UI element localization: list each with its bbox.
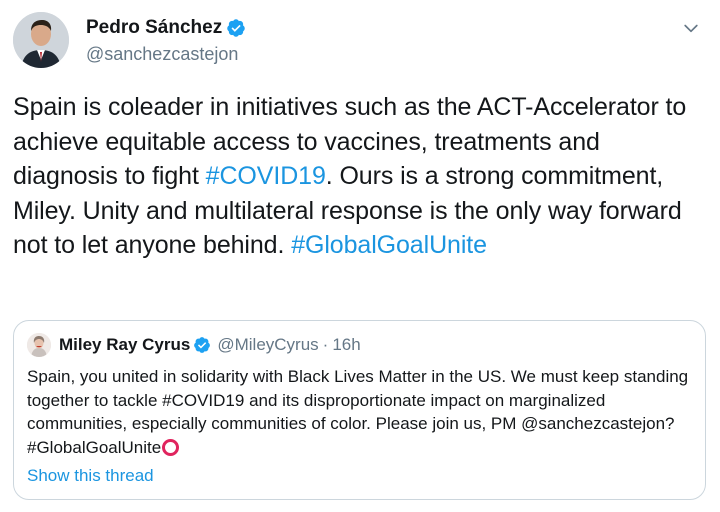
quoted-author-avatar-image xyxy=(27,333,51,357)
hashtag-globalgoalunite[interactable]: #GlobalGoalUnite xyxy=(291,231,487,259)
quoted-tweet-text: Spain, you united in solidarity with Bla… xyxy=(27,365,692,459)
quoted-author-handle[interactable]: @MileyCyrus xyxy=(217,335,318,355)
author-avatar-image xyxy=(13,12,69,68)
quoted-author-avatar[interactable] xyxy=(27,333,51,357)
tweet-card: Pedro Sánchez @sanchezcastejon Spain is … xyxy=(0,0,720,512)
separator-dot: · xyxy=(322,335,329,354)
verified-badge-icon xyxy=(227,19,245,37)
tweet-text: Spain is coleader in initiatives such as… xyxy=(13,90,693,263)
hollow-red-circle-emoji-icon xyxy=(162,438,180,456)
author-display-name[interactable]: Pedro Sánchez xyxy=(86,17,222,39)
author-info: Pedro Sánchez @sanchezcastejon xyxy=(86,16,246,65)
author-name-row: Pedro Sánchez xyxy=(86,16,246,40)
verified-badge-icon xyxy=(194,337,211,353)
chevron-down-icon[interactable] xyxy=(681,18,701,38)
quoted-tweet-timestamp[interactable]: 16h xyxy=(332,335,360,355)
quoted-tweet-header: Miley Ray Cyrus @MileyCyrus · 16h xyxy=(27,333,361,357)
quoted-author-name[interactable]: Miley Ray Cyrus xyxy=(59,335,190,355)
quoted-tweet-body: Spain, you united in solidarity with Bla… xyxy=(27,367,689,457)
author-handle[interactable]: @sanchezcastejon xyxy=(86,44,246,65)
quoted-tweet[interactable]: Miley Ray Cyrus @MileyCyrus · 16h Spain,… xyxy=(13,320,706,500)
hashtag-covid19[interactable]: #COVID19 xyxy=(206,162,326,190)
author-avatar[interactable] xyxy=(13,12,69,68)
show-thread-link[interactable]: Show this thread xyxy=(27,466,154,486)
tweet-header: Pedro Sánchez @sanchezcastejon xyxy=(13,12,713,68)
